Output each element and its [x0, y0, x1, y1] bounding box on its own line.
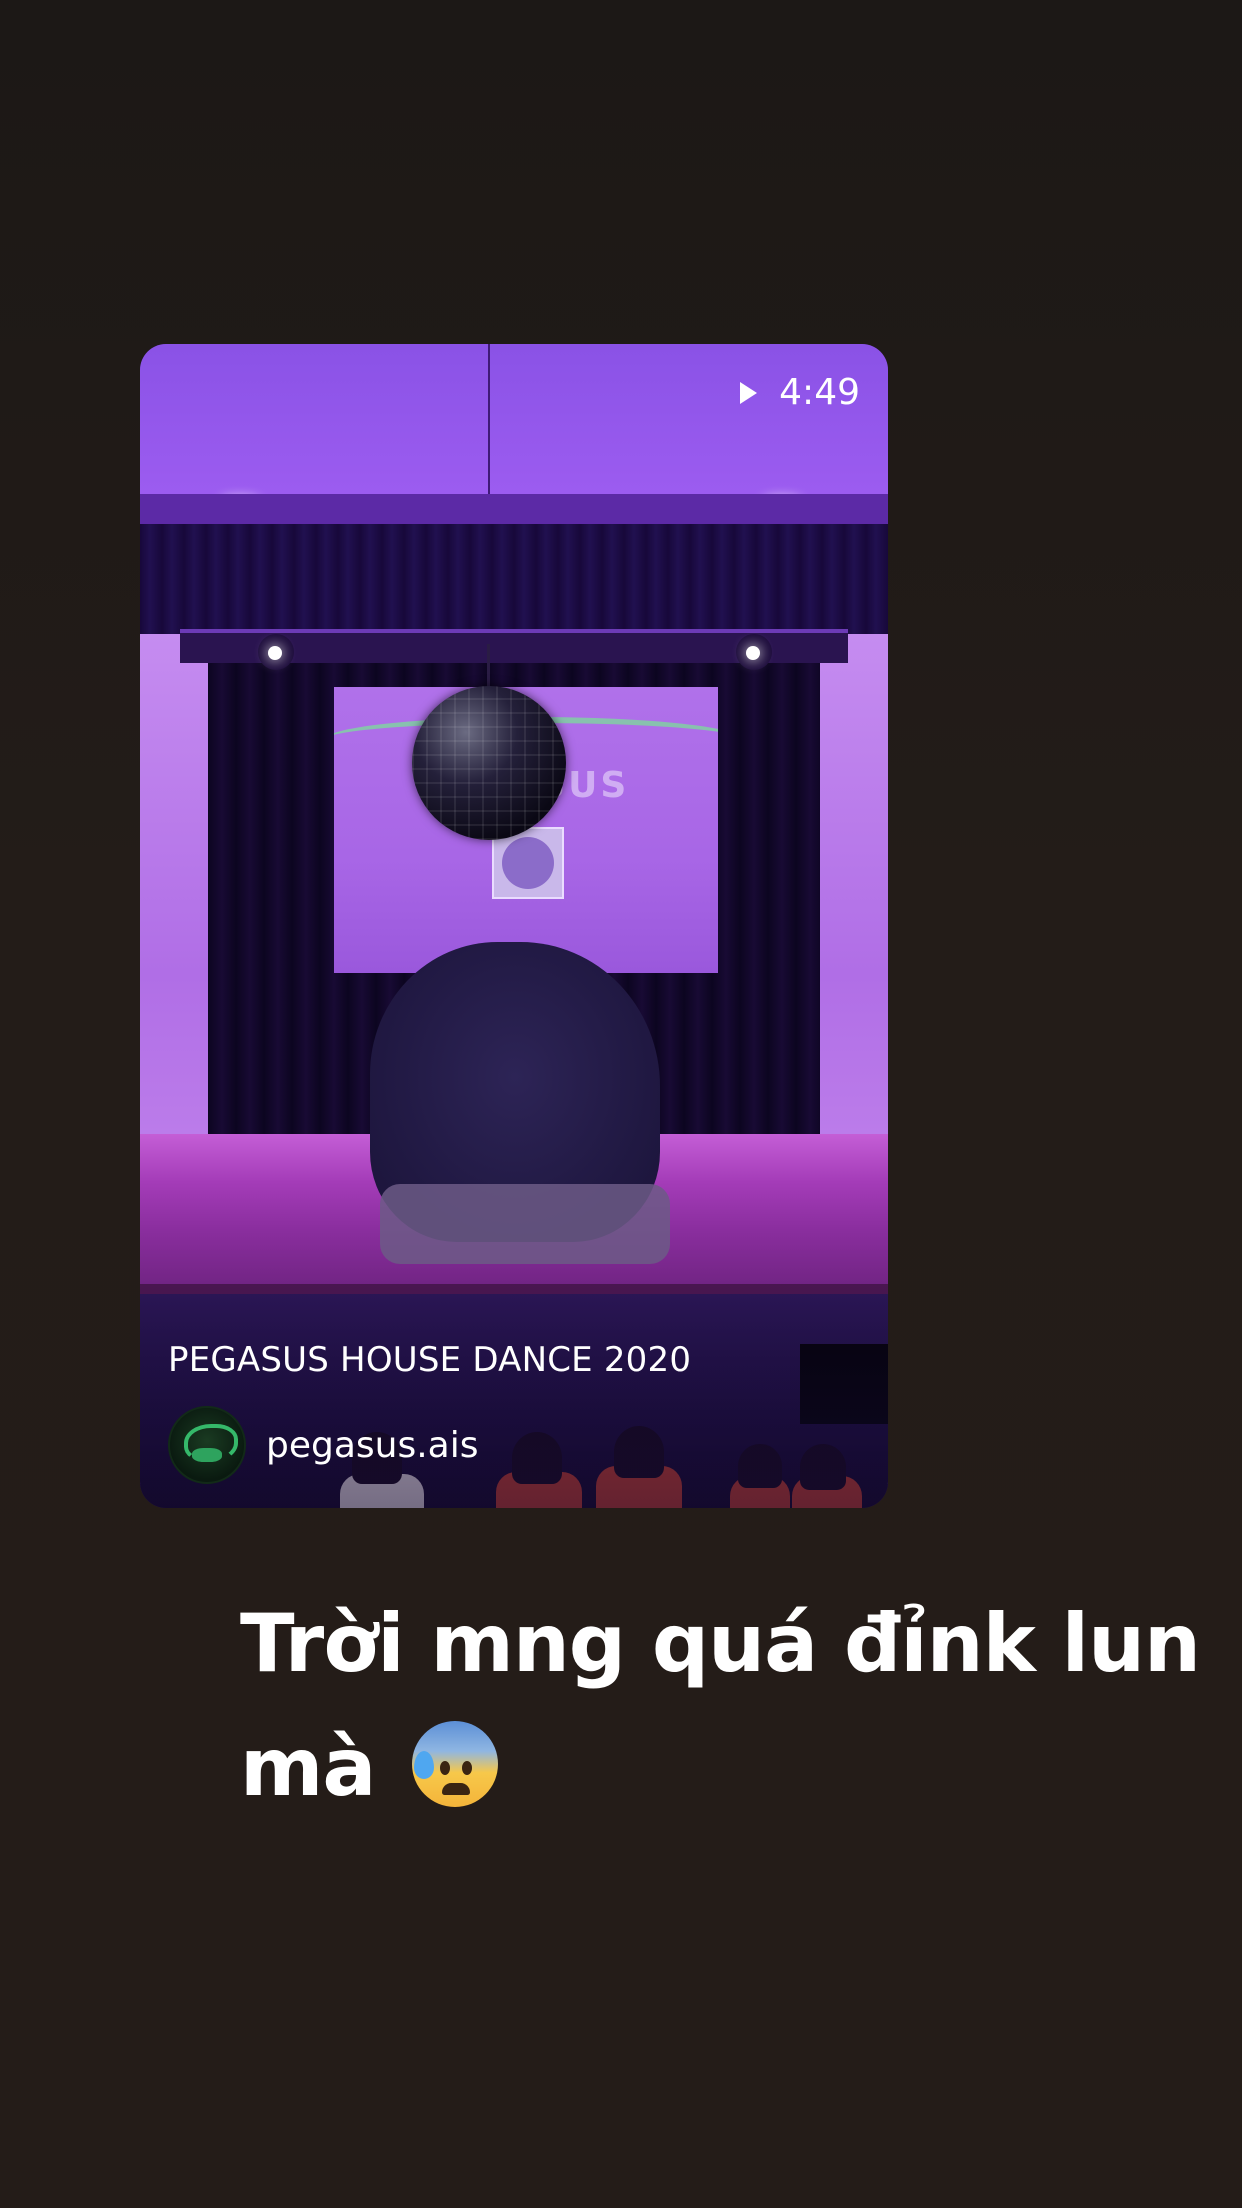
story-text-sticker: Trời mng quá đỉnk lun mà	[240, 1582, 1201, 1830]
emoji-mouth	[442, 1783, 471, 1795]
ceiling-seam	[488, 344, 490, 494]
spotlight	[736, 634, 772, 670]
mirror-ball-chain	[487, 644, 490, 688]
emoji-sweat-drop	[414, 1751, 435, 1779]
pegasus-logo-avatar-icon[interactable]	[168, 1406, 246, 1484]
story-text: Trời mng quá đỉnk lun mà	[240, 1597, 1201, 1814]
ceiling	[140, 344, 888, 494]
dancers-legs	[380, 1184, 670, 1264]
duration-text: 4:49	[779, 372, 860, 413]
post-title: PEGASUS HOUSE DANCE 2020	[168, 1340, 692, 1380]
video-duration-badge: 4:49	[740, 372, 860, 413]
spotlight	[258, 634, 294, 670]
shared-video-post[interactable]: 1__ ASUS 4:49 PEGASUS HOUSE DANCE 2020 p…	[140, 344, 888, 1508]
fascia	[140, 494, 888, 524]
stage-valance	[140, 524, 888, 634]
mirror-ball	[412, 686, 566, 840]
anxious-face-with-sweat-icon	[412, 1721, 499, 1807]
account-row[interactable]: pegasus.ais	[168, 1406, 479, 1484]
account-name[interactable]: pegasus.ais	[266, 1425, 479, 1466]
play-icon	[740, 381, 758, 404]
